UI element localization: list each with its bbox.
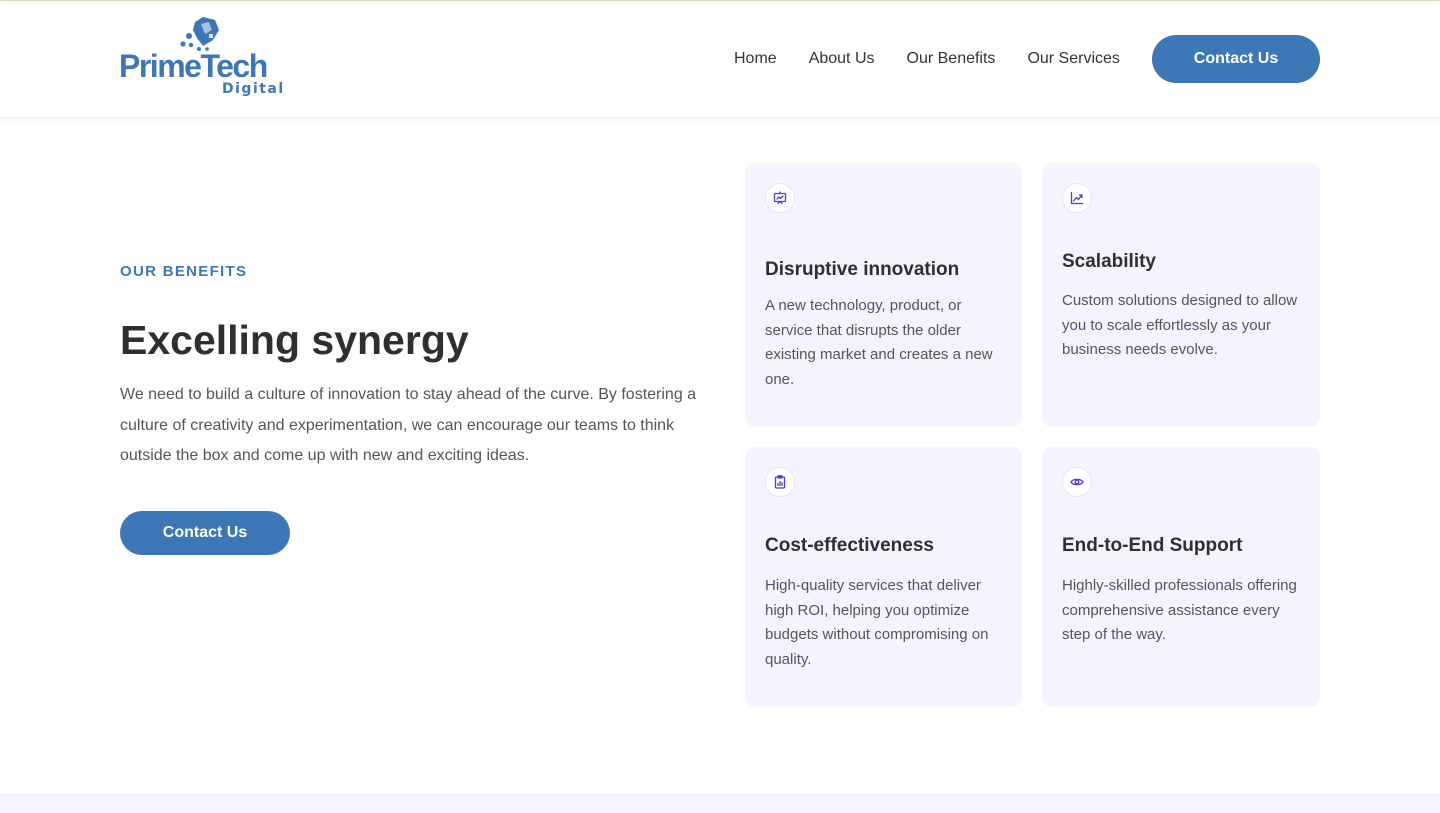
benefit-card-end-to-end-support: End-to-End Support Highly-skilled profes… [1042, 447, 1320, 707]
header-contact-button[interactable]: Contact Us [1152, 35, 1320, 83]
section-title: Excelling synergy [120, 317, 469, 363]
benefit-title: End-to-End Support [1062, 535, 1243, 556]
clipboard-chart-icon [765, 467, 795, 497]
benefit-title: Disruptive innovation [765, 259, 960, 280]
next-section-band [0, 793, 1440, 813]
benefit-card-scalability: Scalability Custom solutions designed to… [1042, 163, 1320, 427]
brand-tagline: Digital [222, 81, 285, 97]
nav-our-benefits[interactable]: Our Benefits [907, 49, 996, 69]
benefit-card-cost-effectiveness: Cost-effectiveness High-quality services… [745, 447, 1022, 707]
main-nav: Home About Us Our Benefits Our Services [734, 49, 1152, 69]
benefit-text: High-quality services that deliver high … [765, 577, 989, 668]
brand-name: PrimeTech [119, 48, 268, 84]
section-contact-button[interactable]: Contact Us [120, 511, 290, 555]
section-eyebrow: OUR BENEFITS [120, 263, 248, 280]
nav-home[interactable]: Home [734, 49, 777, 69]
benefit-text: Custom solutions designed to allow you t… [1062, 292, 1298, 358]
brand-logo[interactable]: PrimeTech Digital [119, 16, 289, 101]
benefit-text: A new technology, product, or service th… [765, 297, 993, 388]
benefit-title: Cost-effectiveness [765, 535, 934, 556]
site-header: PrimeTech Digital Home About Us Our Bene… [0, 1, 1440, 117]
nav-our-services[interactable]: Our Services [1027, 49, 1119, 69]
logo-mark-icon [180, 17, 219, 51]
benefit-title: Scalability [1062, 251, 1156, 272]
benefit-text: Highly-skilled professionals offering co… [1062, 577, 1297, 643]
presentation-chart-icon [765, 183, 795, 213]
eye-icon [1062, 467, 1092, 497]
trend-up-icon [1062, 183, 1092, 213]
section-description: We need to build a culture of innovation… [120, 386, 697, 464]
nav-about-us[interactable]: About Us [809, 49, 875, 69]
benefit-card-disruptive-innovation: Disruptive innovation A new technology, … [745, 163, 1022, 427]
